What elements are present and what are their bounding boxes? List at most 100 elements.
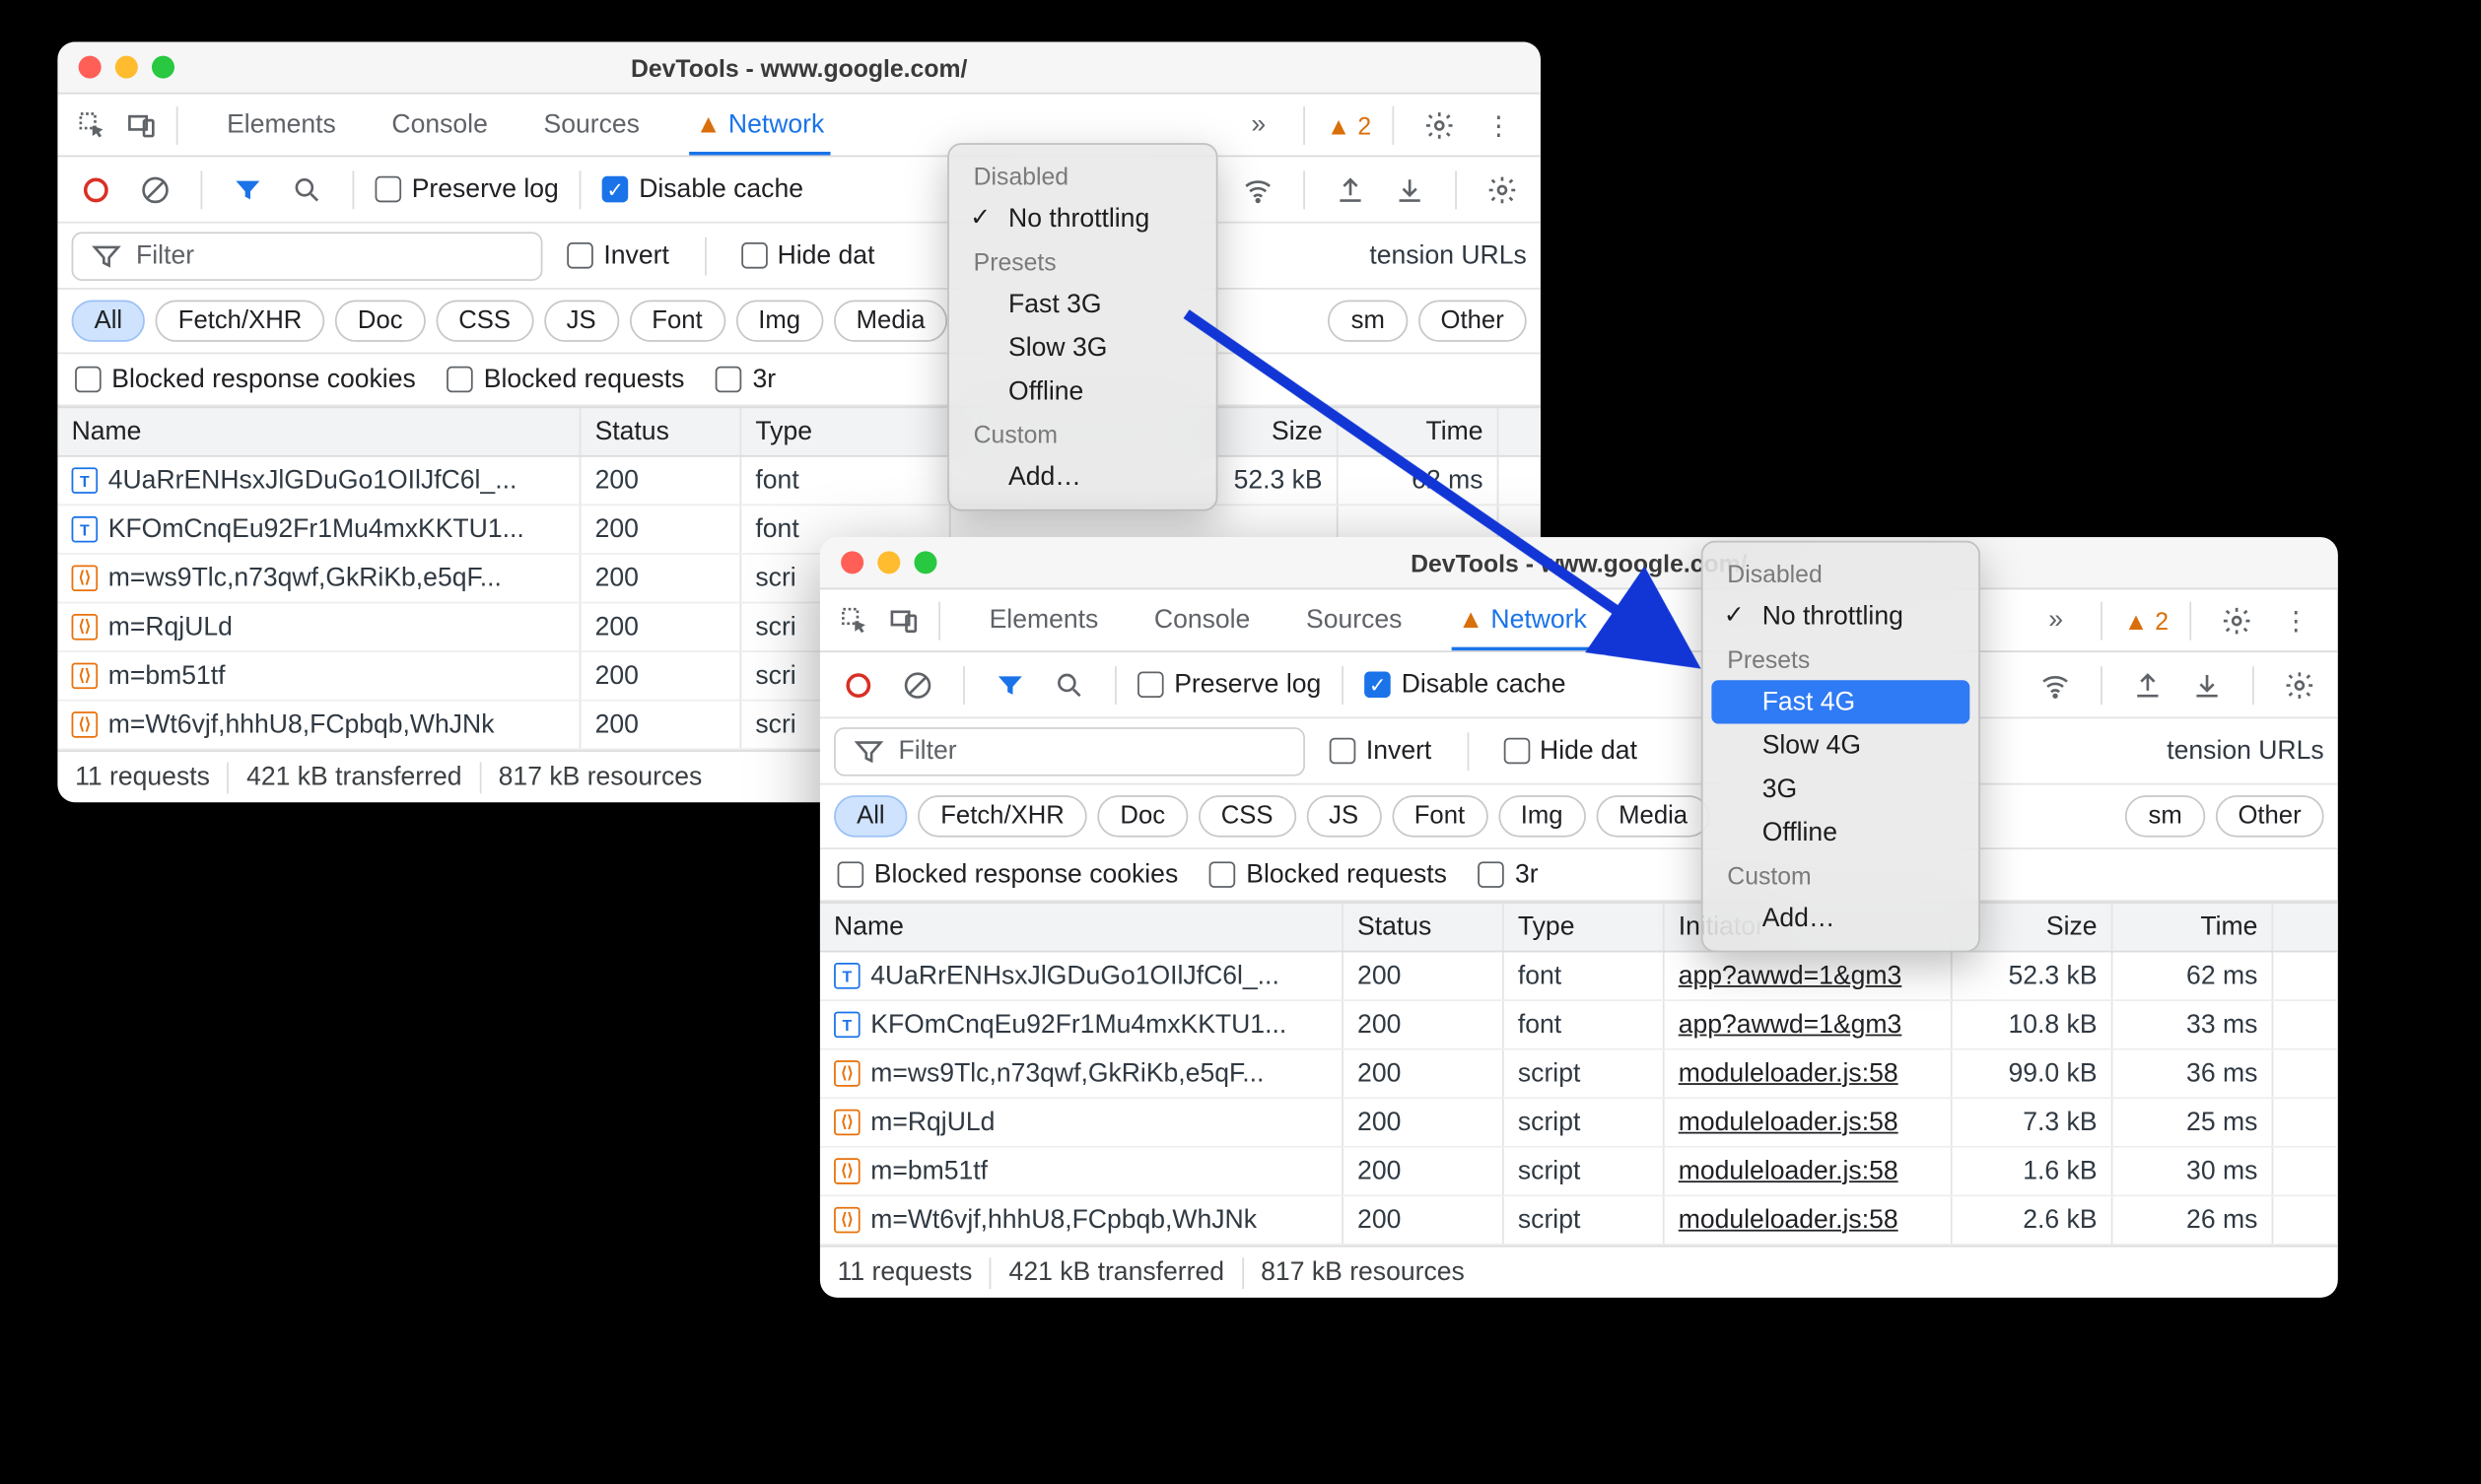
col-type[interactable]: Type [741,408,950,455]
device-toggle-icon[interactable] [879,595,929,644]
tab-network[interactable]: ▲Network [674,96,845,153]
clear-icon[interactable] [893,660,942,709]
tab-console[interactable]: Console [1134,591,1272,648]
col-name[interactable]: Name [57,408,581,455]
maximize-icon[interactable] [914,551,936,573]
filter-icon[interactable] [986,660,1035,709]
settings-icon[interactable] [1414,101,1464,150]
network-settings-icon[interactable] [1478,165,1527,214]
search-icon[interactable] [1045,660,1094,709]
type-all[interactable]: All [834,795,908,837]
more-tabs-icon[interactable]: » [1234,101,1283,150]
search-icon[interactable] [283,165,332,214]
upload-icon[interactable] [2123,660,2172,709]
disable-cache-checkbox[interactable]: ✓Disable cache [1365,670,1566,700]
minimize-icon[interactable] [877,551,900,573]
minimize-icon[interactable] [115,56,138,79]
filter-input[interactable]: Filter [72,232,543,281]
table-row[interactable]: T4UaRrENHsxJlGDuGo1OIlJfC6l_... 200 font… [57,457,1541,506]
initiator-link[interactable]: app?awwd=1&gm3 [1665,1001,1953,1048]
menu-no-throttling[interactable]: No throttling [949,197,1216,240]
invert-checkbox[interactable]: Invert [567,240,669,270]
menu-add[interactable]: Add… [949,455,1216,499]
inspect-icon[interactable] [831,595,880,644]
tab-network[interactable]: ▲Network [1437,591,1608,648]
tab-elements[interactable]: Elements [206,96,357,153]
maximize-icon[interactable] [152,56,174,79]
blocked-cookies-checkbox[interactable]: Blocked response cookies [838,860,1179,890]
table-row[interactable]: TKFOmCnqEu92Fr1Mu4mxKKTU1... 200 font ap… [820,1001,2338,1050]
menu-offline[interactable]: Offline [1703,811,1979,854]
menu-slow-3g[interactable]: Slow 3G [949,326,1216,370]
type-js[interactable]: JS [544,300,619,341]
tab-elements[interactable]: Elements [968,591,1119,648]
upload-icon[interactable] [1326,165,1375,214]
type-fetch[interactable]: Fetch/XHR [918,795,1087,837]
type-other[interactable]: Other [2215,795,2323,837]
table-row[interactable]: T4UaRrENHsxJlGDuGo1OIlJfC6l_... 200 font… [820,952,2338,1001]
kebab-menu-icon[interactable]: ⋮ [2272,595,2321,644]
third-party-checkbox[interactable]: 3r [716,365,776,394]
type-img[interactable]: Img [1498,795,1586,837]
type-fetch[interactable]: Fetch/XHR [156,300,325,341]
warnings-badge[interactable]: ▲ 2 [2124,606,2169,634]
initiator-link[interactable]: moduleloader.js:58 [1665,1099,1953,1146]
network-settings-icon[interactable] [2275,660,2324,709]
hide-data-checkbox[interactable]: Hide dat [740,240,874,270]
wifi-icon[interactable] [1233,165,1282,214]
type-all[interactable]: All [72,300,146,341]
menu-add[interactable]: Add… [1703,897,1979,940]
type-doc[interactable]: Doc [1097,795,1188,837]
type-doc[interactable]: Doc [335,300,426,341]
type-js[interactable]: JS [1306,795,1381,837]
type-img[interactable]: Img [735,300,823,341]
col-name[interactable]: Name [820,904,1344,951]
more-tabs-icon[interactable]: » [2032,595,2081,644]
tab-sources[interactable]: Sources [1285,591,1423,648]
record-button[interactable] [72,165,121,214]
type-font[interactable]: Font [1392,795,1487,837]
device-toggle-icon[interactable] [117,101,167,150]
warnings-badge[interactable]: ▲ 2 [1327,110,1371,138]
filter-icon[interactable] [224,165,273,214]
table-row[interactable]: ⟨⟩m=ws9Tlc,n73qwf,GkRiKb,e5qF... 200 scr… [820,1050,2338,1100]
type-other[interactable]: Other [1418,300,1527,341]
preserve-log-checkbox[interactable]: Preserve log [376,174,559,204]
col-status[interactable]: Status [1344,904,1504,951]
menu-3g[interactable]: 3G [1703,768,1979,811]
settings-icon[interactable] [2212,595,2261,644]
initiator-link[interactable]: moduleloader.js:58 [1665,1050,1953,1098]
third-party-checkbox[interactable]: 3r [1479,860,1539,890]
type-css[interactable]: CSS [436,300,533,341]
menu-offline[interactable]: Offline [949,370,1216,413]
type-media[interactable]: Media [1596,795,1710,837]
col-time[interactable]: Time [2112,904,2273,951]
blocked-requests-checkbox[interactable]: Blocked requests [1209,860,1447,890]
initiator-link[interactable]: moduleloader.js:58 [1665,1148,1953,1195]
clear-icon[interactable] [131,165,180,214]
menu-no-throttling[interactable]: No throttling [1703,595,1979,639]
hide-data-checkbox[interactable]: Hide dat [1503,736,1637,766]
table-row[interactable]: ⟨⟩m=bm51tf 200 script moduleloader.js:58… [820,1148,2338,1197]
kebab-menu-icon[interactable]: ⋮ [1475,101,1524,150]
blocked-cookies-checkbox[interactable]: Blocked response cookies [75,365,416,394]
tab-sources[interactable]: Sources [522,96,660,153]
table-row[interactable]: ⟨⟩m=Wt6vjf,hhhU8,FCpbqb,WhJNk 200 script… [820,1196,2338,1246]
record-button[interactable] [834,660,883,709]
close-icon[interactable] [841,551,863,573]
download-icon[interactable] [2182,660,2232,709]
close-icon[interactable] [79,56,102,79]
type-media[interactable]: Media [834,300,948,341]
col-type[interactable]: Type [1504,904,1665,951]
menu-fast-3g[interactable]: Fast 3G [949,283,1216,326]
tab-console[interactable]: Console [371,96,509,153]
blocked-requests-checkbox[interactable]: Blocked requests [448,365,685,394]
type-css[interactable]: CSS [1199,795,1296,837]
col-status[interactable]: Status [581,408,741,455]
disable-cache-checkbox[interactable]: ✓Disable cache [602,174,803,204]
menu-fast-4g[interactable]: Fast 4G [1711,680,1969,723]
filter-input[interactable]: Filter [834,726,1305,776]
initiator-link[interactable]: moduleloader.js:58 [1665,1196,1953,1244]
inspect-icon[interactable] [68,101,117,150]
throttling-menu-after[interactable]: Disabled No throttling Presets Fast 4G S… [1701,541,1980,953]
